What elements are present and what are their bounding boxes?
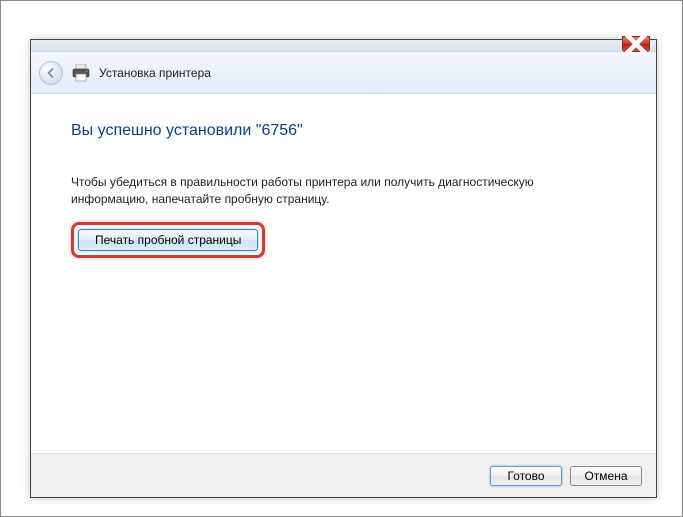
- finish-button[interactable]: Готово: [490, 466, 562, 486]
- close-button[interactable]: [622, 36, 650, 52]
- cancel-button[interactable]: Отмена: [570, 466, 642, 486]
- back-button[interactable]: [39, 61, 63, 85]
- highlight-annotation: Печать пробной страницы: [71, 222, 265, 258]
- print-test-page-button[interactable]: Печать пробной страницы: [78, 229, 258, 251]
- footer: Готово Отмена: [31, 453, 656, 497]
- close-icon: [623, 31, 649, 57]
- instruction-text: Чтобы убедиться в правильности работы пр…: [71, 174, 611, 208]
- header: Установка принтера: [31, 52, 656, 94]
- printer-icon: [71, 64, 91, 82]
- header-title: Установка принтера: [99, 66, 211, 80]
- page-heading: Вы успешно установили "6756": [71, 122, 616, 140]
- wizard-body: Вы успешно установили "6756" Чтобы убеди…: [31, 94, 656, 453]
- arrow-left-icon: [45, 67, 57, 79]
- titlebar: [31, 40, 656, 52]
- wizard-window: Установка принтера Вы успешно установили…: [30, 39, 657, 498]
